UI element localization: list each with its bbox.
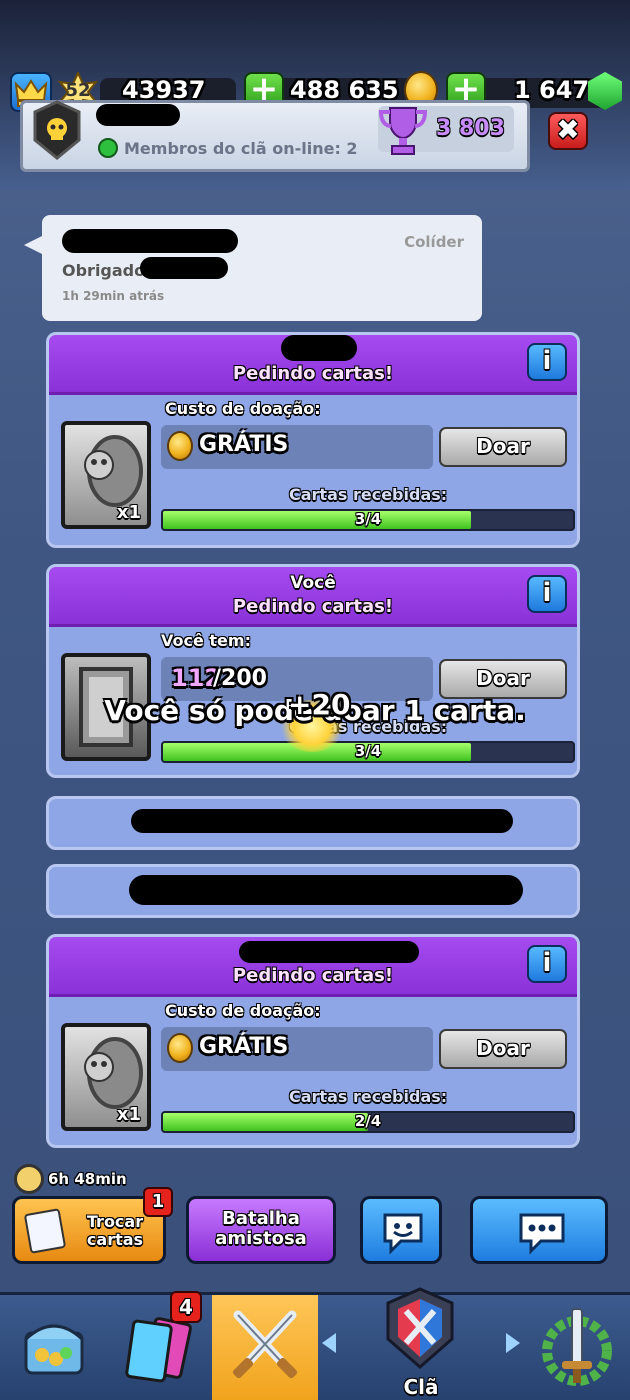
request-title: Pedindo cartas!: [232, 363, 394, 384]
cards-badge: 4: [170, 1291, 202, 1323]
nav-tournament[interactable]: [524, 1295, 630, 1400]
gold-coin-icon: [167, 1033, 193, 1063]
chevron-left-icon: [322, 1333, 336, 1353]
donation-progress-bar: 3/4: [161, 741, 575, 763]
request-header: Pedindo cartas! i: [49, 937, 577, 997]
xp-gain-text: +20: [288, 688, 351, 721]
donate-button[interactable]: Doar: [439, 427, 567, 467]
cards-owned-total: /200: [213, 666, 267, 691]
you-have-label: Você tem:: [161, 631, 251, 650]
redacted-message-part: [140, 257, 228, 279]
close-button[interactable]: ✖: [548, 112, 588, 150]
clan-badge: [32, 100, 82, 160]
nav-shop[interactable]: [0, 1295, 104, 1400]
chevron-right-icon: [506, 1333, 520, 1353]
donation-cost-label: Custo de doação:: [165, 399, 321, 418]
skeleton-barrel-card-icon: x1: [61, 421, 151, 529]
chat-message: Colíder Obrigado 1h 29min atrás: [24, 215, 482, 321]
cards-badge-count: 4: [179, 1295, 193, 1319]
clock-icon: [14, 1164, 44, 1194]
redacted-text: [131, 809, 513, 833]
cost-value: GRÁTIS: [199, 432, 289, 457]
card-request-3: Pedindo cartas! i Custo de doação: x1 GR…: [46, 934, 580, 1148]
tournament-icon: [542, 1308, 612, 1386]
trade-badge: 1: [143, 1187, 173, 1217]
info-button[interactable]: i: [527, 945, 567, 983]
nav-clan[interactable]: Clã: [318, 1287, 524, 1400]
nav-cards[interactable]: 4: [104, 1291, 210, 1400]
request-header: Pedindo cartas! i: [49, 335, 577, 395]
cards-icon: [125, 1317, 192, 1383]
progress-text: 2/4: [354, 1112, 382, 1130]
donate-button[interactable]: Doar: [439, 1029, 567, 1069]
friendly-battle-button[interactable]: Batalha amistosa: [186, 1196, 336, 1264]
chat-entry-collapsed: [46, 864, 580, 918]
clan-badge-icon: [33, 100, 81, 160]
redacted-clan-name: [96, 104, 180, 126]
trade-cards-button[interactable]: Trocar cartas 1: [12, 1187, 173, 1264]
donate-button[interactable]: Doar: [439, 659, 567, 699]
chat-time: 1h 29min atrás: [62, 289, 165, 303]
emote-icon: [383, 1213, 423, 1255]
info-button[interactable]: i: [527, 343, 567, 381]
level-value: 52: [65, 80, 91, 101]
trophy-icon: [378, 104, 428, 158]
bottom-nav: 4 Clã: [0, 1287, 630, 1400]
info-icon: i: [542, 578, 552, 608]
trophy-value: 3 803: [436, 116, 505, 141]
close-icon: ✖: [556, 113, 580, 146]
redacted-sender-name: [62, 229, 238, 253]
info-button[interactable]: i: [527, 575, 567, 613]
clan-online-text: Membros do clã on-line: 2: [124, 139, 358, 158]
cards-received-label: Cartas recebidas:: [289, 1087, 448, 1106]
progress-text: 3/4: [354, 510, 382, 528]
card-count: x1: [116, 1104, 141, 1125]
skeleton-barrel-card-icon: x1: [61, 1023, 151, 1131]
open-chat-button[interactable]: [470, 1196, 608, 1264]
chat-sender-role: Colíder: [404, 233, 464, 251]
shop-chest-icon: [24, 1324, 84, 1375]
trade-cards-label: Trocar cartas: [86, 1212, 144, 1249]
friendly-battle-label: Batalha amistosa: [215, 1208, 307, 1249]
card-count: x1: [116, 502, 141, 523]
redacted-text: [129, 875, 523, 905]
cost-box: GRÁTIS: [161, 425, 433, 469]
requester-name: Você: [290, 573, 336, 593]
card-trade-icon: [23, 1208, 67, 1254]
request-title: Pedindo cartas!: [232, 596, 394, 617]
clan-icon: [386, 1287, 454, 1369]
donation-progress-bar: 3/4: [161, 509, 575, 531]
trade-badge-count: 1: [151, 1191, 165, 1212]
progress-text: 3/4: [354, 742, 382, 760]
cost-value: GRÁTIS: [199, 1034, 289, 1059]
redacted-requester-name: [281, 335, 357, 361]
cost-box: GRÁTIS: [161, 1027, 433, 1071]
emote-button[interactable]: [360, 1196, 442, 1264]
info-icon: i: [542, 346, 552, 376]
request-title: Pedindo cartas!: [232, 965, 394, 986]
info-icon: i: [542, 948, 552, 978]
redacted-requester-name: [239, 941, 419, 963]
cards-received-label: Cartas recebidas:: [289, 485, 448, 504]
nav-clan-label: Clã: [403, 1375, 439, 1399]
battle-swords-icon: [232, 1310, 298, 1379]
online-dot-icon: [98, 138, 118, 158]
chat-entry-collapsed: [46, 796, 580, 850]
chat-icon: [519, 1213, 565, 1255]
donation-cost-label: Custo de doação:: [165, 1001, 321, 1020]
donation-progress-bar: 2/4: [161, 1111, 575, 1133]
request-header: Você Pedindo cartas! i: [49, 567, 577, 627]
gold-coin-icon: [167, 431, 193, 461]
trade-timer: 6h 48min: [48, 1170, 127, 1188]
card-request-1: Pedindo cartas! i Custo de doação: x1 GR…: [46, 332, 580, 548]
nav-battle[interactable]: [212, 1295, 318, 1400]
chat-message-text: Obrigado: [62, 261, 146, 280]
